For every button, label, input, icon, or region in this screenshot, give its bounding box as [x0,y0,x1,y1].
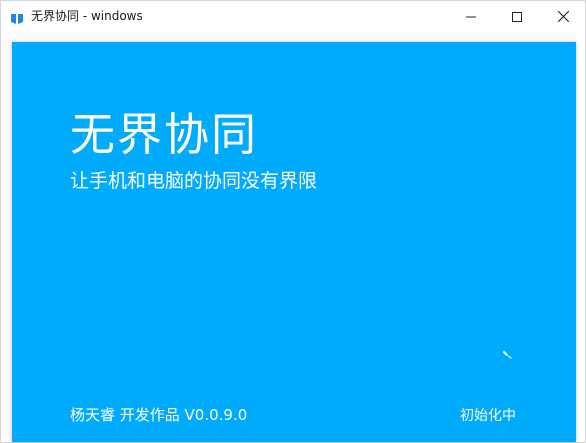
minimize-icon [466,7,476,26]
author-version-text: 杨天睿 开发作品 V0.0.9.0 [70,406,248,424]
app-book-icon [10,10,24,24]
app-window: 无界协同 - windows 无界协同 让手机和电脑的协同没有界限 杨天睿 开发… [0,0,586,443]
maximize-button[interactable] [494,1,540,31]
splash-panel: 无界协同 让手机和电脑的协同没有界限 杨天睿 开发作品 V0.0.9.0 初始化… [12,42,576,442]
minimize-button[interactable] [448,1,494,31]
status-text: 初始化中 [460,408,516,424]
close-icon [557,7,569,26]
close-button[interactable] [540,1,586,31]
window-title: 无界协同 - windows [31,9,143,23]
tagline-text: 让手机和电脑的协同没有界限 [70,170,318,192]
maximize-icon [512,7,522,26]
title-bar[interactable]: 无界协同 - windows [1,1,585,31]
loading-spinner-icon [502,348,516,362]
app-name-heading: 无界协同 [70,108,259,161]
